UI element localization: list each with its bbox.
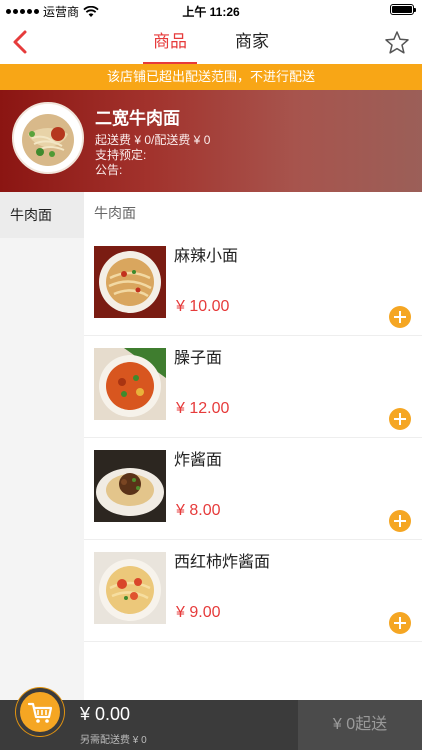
nav-bar: 商品 商家 [0,20,422,64]
status-bar: 运营商 上午 11:26 [0,0,422,20]
nav-tabs: 商品 商家 [0,20,422,64]
shop-header: 二宽牛肉面 起送费 ¥ 0/配送费 ¥ 0 支持预定: 公告: [0,90,422,192]
cart-delivery-note: 另需配送费 ¥ 0 [80,735,147,746]
dish-list: 牛肉面 麻辣小面 ¥ 10.00 臊子面 ¥ 12.00 炸酱面 ¥ 8.00 … [84,192,422,700]
dish-name: 西红柿炸酱面 [174,554,271,571]
shop-notice: 公告: [95,163,123,177]
sidebar-item-beef-noodle[interactable]: 牛肉面 [0,192,84,238]
checkout-button[interactable]: ¥ 0起送 [298,700,422,750]
dish-photo [94,450,166,522]
dish-name: 臊子面 [174,350,223,367]
add-to-cart-icon[interactable] [389,510,411,532]
battery-icon [390,4,416,15]
category-sidebar: 牛肉面 [0,192,84,700]
status-time: 上午 11:26 [182,5,240,19]
dish-item[interactable]: 炸酱面 ¥ 8.00 [84,438,422,540]
dish-item[interactable]: 臊子面 ¥ 12.00 [84,336,422,438]
dish-name: 炸酱面 [174,452,223,469]
shop-name: 二宽牛肉面 [95,109,180,128]
dish-price: ¥ 9.00 [176,604,221,621]
dish-price: ¥ 12.00 [176,400,230,417]
dish-photo [94,552,166,624]
tab-merchant[interactable]: 商家 [225,20,279,64]
dish-price: ¥ 8.00 [176,502,221,519]
dish-photo [94,246,166,318]
add-to-cart-icon[interactable] [389,612,411,634]
cart-total: ¥ 0.00 [80,704,131,724]
shop-avatar [12,102,84,174]
add-to-cart-icon[interactable] [389,408,411,430]
dish-price: ¥ 10.00 [176,298,230,315]
add-to-cart-icon[interactable] [389,306,411,328]
dish-item[interactable]: 西红柿炸酱面 ¥ 9.00 [84,540,422,642]
dish-item[interactable]: 麻辣小面 ¥ 10.00 [84,234,422,336]
tab-goods[interactable]: 商品 [143,20,197,64]
section-title: 牛肉面 [94,205,136,221]
dish-name: 麻辣小面 [174,248,239,265]
shopping-cart-icon[interactable] [16,688,64,736]
favorite-star-icon[interactable] [384,30,410,56]
cart-bar: ¥ 0.00 另需配送费 ¥ 0 ¥ 0起送 [0,688,422,750]
dish-photo [94,348,166,420]
delivery-warning-banner: 该店铺已超出配送范围，不进行配送 [0,64,422,90]
